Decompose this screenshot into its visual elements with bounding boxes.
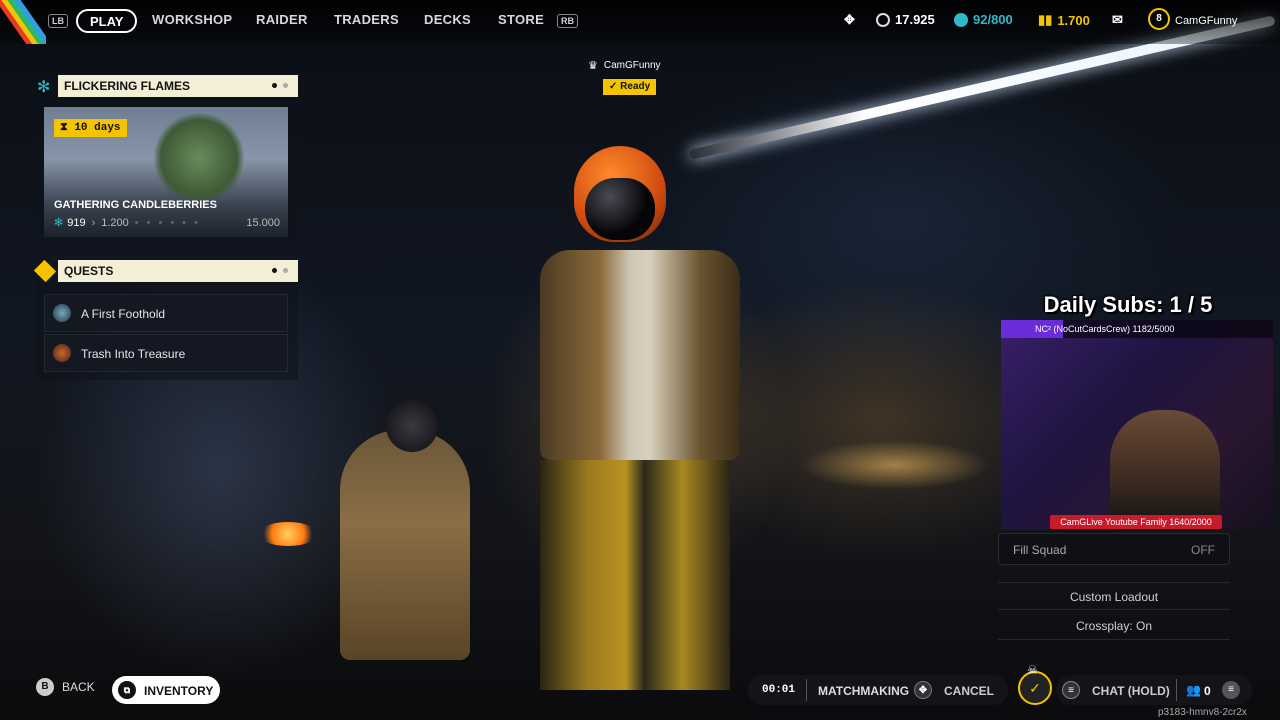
event-card[interactable]: ⧗ 10 days GATHERING CANDLEBERRIES ✻ 919 … <box>44 107 288 237</box>
tokens-display: 92/800 <box>954 12 1013 27</box>
chat-hold-button[interactable]: CHAT (HOLD) <box>1092 684 1170 698</box>
quest-avatar-icon <box>53 304 71 322</box>
ready-label: Ready <box>620 81 651 92</box>
inventory-label: INVENTORY <box>144 684 214 698</box>
top-nav-bar: LB PLAY WORKSHOP RAIDER TRADERS DECKS ST… <box>0 0 1280 44</box>
quest-label: A First Foothold <box>81 307 166 321</box>
statue-head <box>386 400 438 452</box>
progress-max: 15.000 <box>246 216 280 229</box>
dpad-icon: ✥ <box>914 681 932 699</box>
lb-button[interactable]: LB <box>48 14 68 28</box>
quest-avatar-icon <box>53 344 71 362</box>
quest-item[interactable]: A First Foothold <box>44 294 288 332</box>
crossplay-button[interactable]: Crossplay: On <box>998 612 1230 640</box>
mail-icon[interactable]: ✉ <box>1112 12 1123 28</box>
robed-statue <box>340 430 470 660</box>
event-title: FLICKERING FLAMES <box>64 79 190 93</box>
credits-value: 1.700 <box>1057 12 1090 28</box>
matchmaking-bar: 00:01 MATCHMAKING ✥ CANCEL <box>748 675 1008 705</box>
divider <box>1176 679 1177 701</box>
lobby-player: ♛ CamGFunny <box>588 59 661 72</box>
b-button-icon: B <box>36 678 54 696</box>
character-legs <box>540 460 730 690</box>
webcam-bottom-banner: CamGLive Youtube Family 1640/2000 <box>1050 515 1222 529</box>
event-page-dots <box>272 83 288 88</box>
fill-squad-label: Fill Squad <box>1013 543 1067 557</box>
quests-page-dots <box>272 268 288 273</box>
chat-bar: ≡ CHAT (HOLD) 👥 0 ≡ <box>1056 675 1252 705</box>
rb-button[interactable]: RB <box>557 14 578 28</box>
matchmaking-timer: 00:01 <box>762 684 796 696</box>
event-progress: ✻ 919 › 1.200 •••••• 15.000 <box>54 216 280 230</box>
settings-icon[interactable]: ✥ <box>844 12 855 28</box>
profile-name: CamGFunny <box>1175 15 1238 27</box>
character-visor <box>585 178 655 240</box>
hourglass-icon: ⧗ <box>60 122 75 134</box>
check-icon: ✓ <box>609 81 621 92</box>
event-header[interactable]: FLICKERING FLAMES <box>58 75 298 97</box>
party-icon: 👥 <box>1186 683 1201 697</box>
cancel-button[interactable]: CANCEL <box>944 684 994 698</box>
top-banner-text: NC² (NoCutCardsCrew) 1182/5000 <box>1035 324 1175 334</box>
tab-raider[interactable]: RAIDER <box>256 12 308 27</box>
lobby-player-name: CamGFunny <box>603 60 661 71</box>
crown-icon: ♛ <box>588 60 598 72</box>
tokens-value: 92/800 <box>973 12 1013 27</box>
candle-glow <box>800 440 990 490</box>
tab-play[interactable]: PLAY <box>76 9 138 33</box>
options-icon[interactable]: ≡ <box>1222 681 1240 699</box>
credits-display: ▮▮ 1.700 <box>1038 12 1090 28</box>
progress-next: 1.200 <box>101 216 129 229</box>
matchmaking-label: MATCHMAKING <box>818 684 910 698</box>
webcam-top-banner: NC² (NoCutCardsCrew) 1182/5000 <box>1001 320 1273 338</box>
party-count: 0 <box>1204 684 1211 698</box>
brand-stripe <box>0 0 46 44</box>
quest-diamond-icon <box>33 259 57 283</box>
token-icon <box>954 12 968 27</box>
chevron-right-icon: › <box>91 216 96 229</box>
daily-subs-counter: Daily Subs: 1 / 5 <box>1043 292 1213 317</box>
candleberry-bush <box>154 113 244 203</box>
fill-squad-value: OFF <box>1191 543 1215 557</box>
quest-item[interactable]: Trash Into Treasure <box>44 334 288 372</box>
divider <box>806 679 807 701</box>
event-timer: ⧗ 10 days <box>54 119 127 137</box>
coins-value: 17.925 <box>895 12 935 27</box>
quests-title: QUESTS <box>64 264 114 278</box>
skull-icon: ☠ <box>1027 663 1038 677</box>
tab-traders[interactable]: TRADERS <box>334 12 399 27</box>
quests-header[interactable]: QUESTS <box>58 260 298 282</box>
menu-button-icon: ≡ <box>1062 681 1080 699</box>
progress-gear-icon: ✻ <box>54 217 64 229</box>
inventory-button[interactable]: ⧉ INVENTORY <box>112 676 220 704</box>
coins-display: 17.925 <box>876 12 935 27</box>
progress-dots: •••••• <box>134 216 206 229</box>
streamer <box>1110 410 1220 530</box>
custom-loadout-button[interactable]: Custom Loadout <box>998 582 1230 610</box>
tab-decks[interactable]: DECKS <box>424 12 471 27</box>
level-badge: 8 <box>1148 8 1170 30</box>
tab-workshop[interactable]: WORKSHOP <box>152 12 232 27</box>
event-timer-value: 10 days <box>74 122 121 134</box>
event-name: GATHERING CANDLEBERRIES <box>54 199 217 211</box>
back-label: BACK <box>62 680 95 694</box>
coin-icon <box>876 12 890 27</box>
progress-current: 919 <box>67 216 86 229</box>
tab-store[interactable]: STORE <box>498 12 544 27</box>
ready-badge: ✓ Ready <box>603 79 657 95</box>
profile[interactable]: 8 CamGFunny <box>1148 8 1238 30</box>
view-button-icon: ⧉ <box>118 681 136 699</box>
fire-barrel <box>258 522 318 546</box>
quest-label: Trash Into Treasure <box>81 347 186 361</box>
back-button[interactable]: B BACK <box>36 678 95 696</box>
fill-squad-toggle[interactable]: Fill Squad OFF <box>998 533 1230 565</box>
character-torso <box>540 250 740 460</box>
event-gear-icon: ✻ <box>37 79 51 96</box>
credits-icon: ▮▮ <box>1038 12 1053 27</box>
session-id: p3183-hmnv8-2cr2x <box>1158 707 1247 718</box>
